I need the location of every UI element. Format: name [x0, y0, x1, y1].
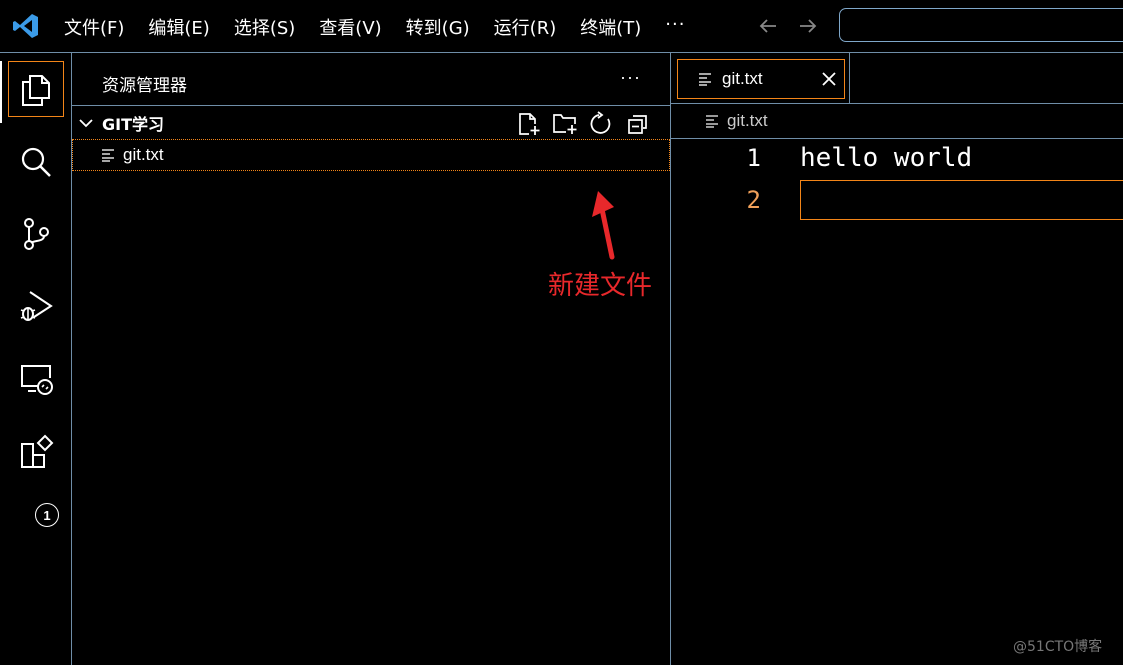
annotation-label: 新建文件 — [548, 271, 653, 301]
tab-label: git.txt — [722, 69, 763, 88]
breadcrumb: git.txt — [671, 103, 1123, 139]
arrow-right-icon[interactable] — [796, 14, 820, 38]
menu-item-file[interactable]: 文件(F) — [64, 14, 124, 40]
navigation-arrows — [756, 14, 820, 38]
extensions-badge: 1 — [35, 503, 59, 527]
activity-extensions[interactable] — [0, 421, 72, 483]
breadcrumb-item[interactable]: git.txt — [727, 111, 768, 131]
file-text-icon — [102, 149, 114, 162]
sidebar-more-button[interactable]: ··· — [620, 67, 641, 88]
menu-item-run[interactable]: 运行(R) — [494, 14, 557, 40]
chevron-down-icon[interactable] — [78, 115, 94, 131]
menu-bar: 文件(F) 编辑(E) 选择(S) 查看(V) 转到(G) 运行(R) 终端(T… — [64, 14, 709, 40]
activity-search[interactable] — [0, 131, 72, 193]
vscode-logo-icon — [13, 14, 38, 38]
section-actions — [516, 111, 650, 137]
code-line[interactable]: hello world — [800, 143, 972, 173]
menu-item-edit[interactable]: 编辑(E) — [148, 14, 209, 40]
activity-source-control[interactable] — [0, 203, 72, 265]
command-center-search[interactable] — [839, 8, 1123, 42]
title-bar: 文件(F) 编辑(E) 选择(S) 查看(V) 转到(G) 运行(R) 终端(T… — [0, 0, 1123, 52]
watermark: @51CTO博客 — [1013, 639, 1103, 655]
close-icon[interactable] — [820, 70, 838, 88]
new-file-icon[interactable] — [516, 111, 542, 137]
annotation-arrow-icon — [592, 191, 615, 260]
line-number-current: 2 — [746, 186, 761, 214]
workspace-title: GIT学习 — [102, 114, 165, 134]
run-debug-icon — [20, 291, 53, 321]
menu-more-button[interactable]: ··· — [665, 14, 685, 40]
file-tree-item-label: git.txt — [123, 145, 164, 164]
source-control-icon — [24, 218, 49, 250]
arrow-left-icon[interactable] — [756, 14, 780, 38]
menu-item-selection[interactable]: 选择(S) — [234, 14, 295, 40]
extensions-icon — [21, 434, 54, 468]
file-text-icon — [706, 115, 718, 128]
workspace-section-header[interactable]: GIT学习 — [72, 105, 670, 139]
file-text-icon — [699, 73, 711, 86]
sidebar-title: 资源管理器 — [102, 76, 187, 96]
refresh-icon[interactable] — [588, 111, 614, 137]
editor-tab[interactable]: git.txt — [677, 59, 845, 99]
activity-bar: 1 — [0, 52, 72, 665]
current-line-highlight[interactable] — [800, 180, 1123, 220]
line-number: 1 — [746, 144, 761, 172]
activity-explorer[interactable] — [0, 59, 72, 121]
tab-divider — [849, 53, 850, 103]
explorer-sidebar: 资源管理器 ··· GIT学习 git.txt 新建文件 — [72, 52, 671, 665]
remote-explorer-icon — [21, 365, 53, 395]
activity-run-debug[interactable] — [0, 275, 72, 337]
new-folder-icon[interactable] — [552, 111, 578, 137]
search-icon — [21, 147, 51, 177]
editor-area: git.txt git.txt 1 hello world 2 — [671, 52, 1123, 665]
activity-remote-explorer[interactable] — [0, 347, 72, 409]
explorer-icon — [22, 75, 50, 106]
menu-item-terminal[interactable]: 终端(T) — [580, 14, 641, 40]
file-tree-item[interactable]: git.txt — [72, 139, 670, 171]
menu-item-view[interactable]: 查看(V) — [319, 14, 381, 40]
collapse-all-icon[interactable] — [624, 111, 650, 137]
menu-item-go[interactable]: 转到(G) — [406, 14, 470, 40]
